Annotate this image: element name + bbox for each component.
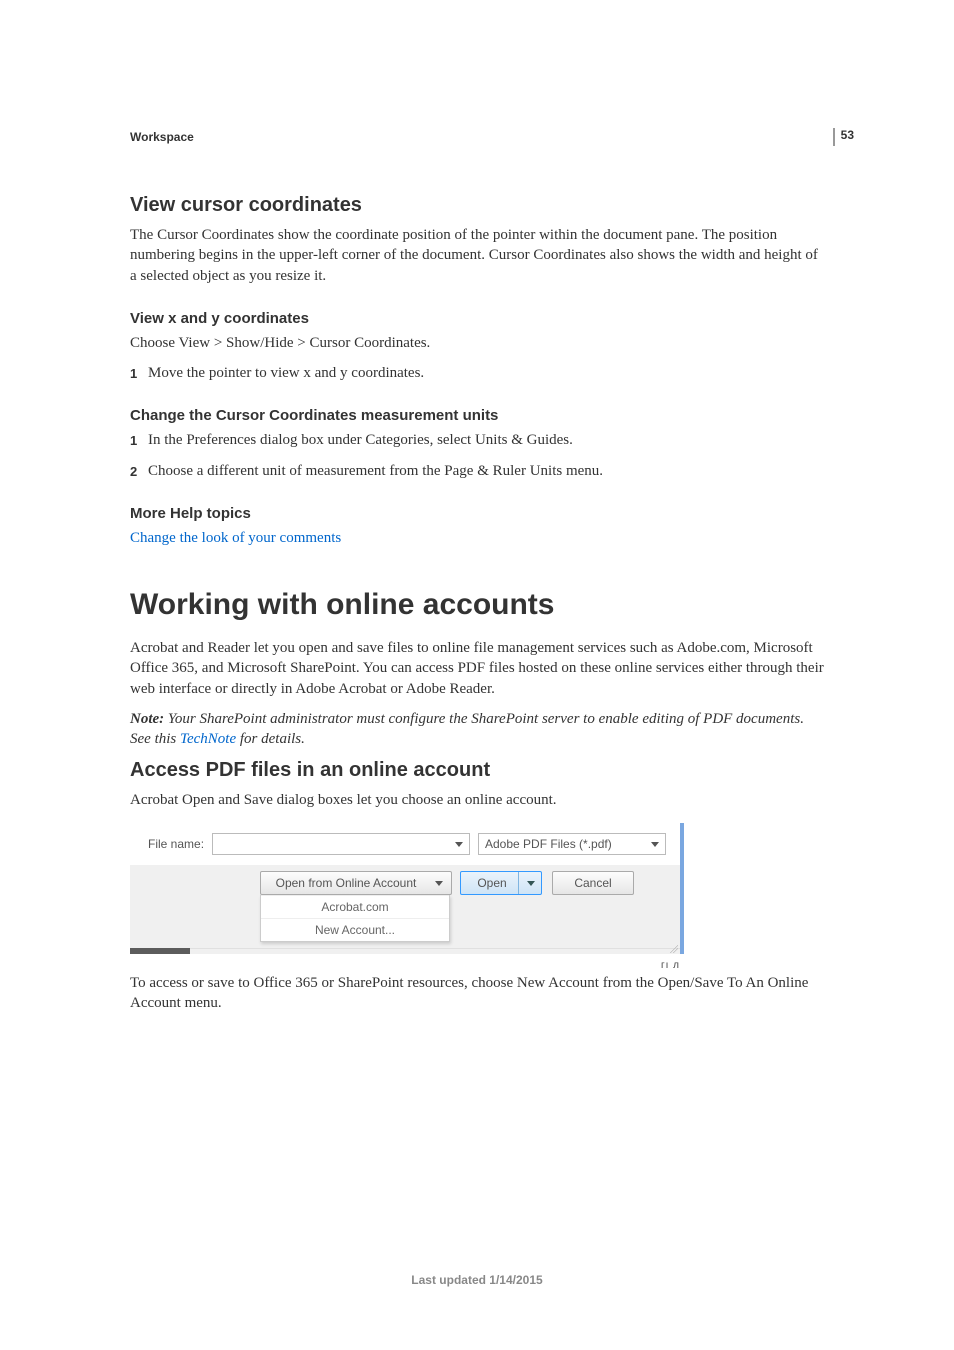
filename-label: File name: bbox=[148, 837, 204, 851]
link-change-look-comments[interactable]: Change the look of your comments bbox=[130, 530, 341, 546]
note-paragraph: Note: Your SharePoint administrator must… bbox=[130, 709, 824, 750]
step-text: Choose a different unit of measurement f… bbox=[148, 461, 603, 481]
list-step: 2 Choose a different unit of measurement… bbox=[130, 461, 824, 481]
heading-view-cursor-coordinates: View cursor coordinates bbox=[130, 194, 824, 217]
list-step: 1 Move the pointer to view x and y coord… bbox=[130, 363, 824, 383]
heading-view-xy: View x and y coordinates bbox=[130, 310, 824, 327]
note-label: Note: bbox=[130, 711, 168, 727]
paragraph: The Cursor Coordinates show the coordina… bbox=[130, 225, 824, 286]
step-number: 1 bbox=[130, 430, 148, 450]
step-text: In the Preferences dialog box under Cate… bbox=[148, 430, 573, 450]
note-body: for details. bbox=[236, 731, 305, 747]
paragraph: Acrobat Open and Save dialog boxes let y… bbox=[130, 790, 824, 810]
open-dialog-screenshot: File name: Adobe PDF Files (*.pdf) Open … bbox=[130, 823, 684, 954]
figure-caption: To access or save to Office 365 or Share… bbox=[130, 973, 824, 1014]
page-number: 53 bbox=[833, 128, 854, 146]
open-from-online-account-button[interactable]: Open from Online Account bbox=[260, 871, 452, 895]
open-button[interactable]: Open bbox=[460, 871, 542, 895]
chevron-down-icon bbox=[527, 881, 535, 886]
paragraph: Choose View > Show/Hide > Cursor Coordin… bbox=[130, 333, 824, 353]
link-technote[interactable]: TechNote bbox=[180, 731, 236, 747]
paragraph: Acrobat and Reader let you open and save… bbox=[130, 638, 824, 699]
chapter-header: Workspace bbox=[130, 130, 824, 144]
menu-item-new-account[interactable]: New Account... bbox=[261, 918, 449, 941]
open-button-label: Open bbox=[477, 876, 506, 890]
step-number: 2 bbox=[130, 461, 148, 481]
filetype-dropdown[interactable]: Adobe PDF Files (*.pdf) bbox=[478, 833, 666, 855]
heading-more-help: More Help topics bbox=[130, 505, 824, 522]
heading-working-online-accounts: Working with online accounts bbox=[130, 588, 824, 622]
list-step: 1 In the Preferences dialog box under Ca… bbox=[130, 430, 824, 450]
step-number: 1 bbox=[130, 363, 148, 383]
figure-mark: гı л bbox=[130, 960, 680, 971]
heading-change-units: Change the Cursor Coordinates measuremen… bbox=[130, 407, 824, 424]
online-account-menu: Acrobat.com New Account... bbox=[260, 895, 450, 942]
step-text: Move the pointer to view x and y coordin… bbox=[148, 363, 424, 383]
dialog-dark-strip bbox=[130, 948, 190, 954]
resize-grip-icon bbox=[668, 943, 678, 953]
heading-access-pdf-online: Access PDF files in an online account bbox=[130, 759, 824, 782]
dialog-footer-strip bbox=[190, 948, 680, 954]
menu-item-acrobat-com[interactable]: Acrobat.com bbox=[261, 895, 449, 918]
cancel-button[interactable]: Cancel bbox=[552, 871, 634, 895]
last-updated-footer: Last updated 1/14/2015 bbox=[130, 1273, 824, 1287]
filename-input[interactable] bbox=[212, 833, 470, 855]
